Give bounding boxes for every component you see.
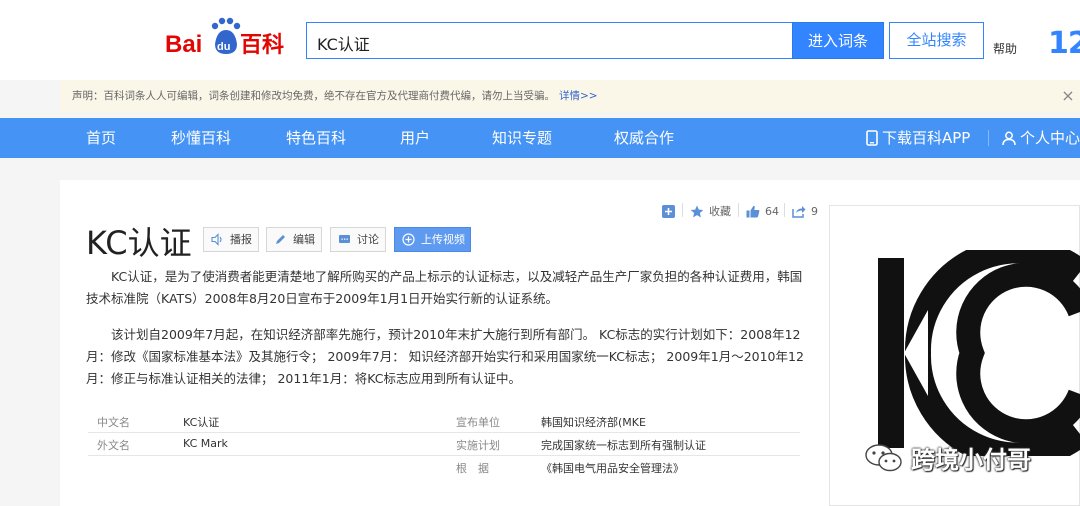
summary-paragraph: 该计划自2009年7月起，在知识经济部率先施行，预计2010年末扩大施行到所有部… bbox=[86, 327, 804, 386]
svg-text:Bai: Bai bbox=[165, 31, 202, 58]
notice-text: 声明：百科词条人人可编辑，词条创建和修改均免费，绝不存在官方及代理商付费代编，请… bbox=[72, 90, 555, 102]
upload-video-label: 上传视频 bbox=[421, 233, 465, 246]
like-button[interactable]: 64 bbox=[746, 203, 779, 219]
like-count: 64 bbox=[765, 204, 779, 218]
nav-item-users[interactable]: 用户 bbox=[400, 118, 430, 158]
comment-icon bbox=[339, 235, 350, 243]
add-icon[interactable] bbox=[662, 203, 675, 219]
info-label: 根 据 bbox=[456, 462, 489, 475]
nav-item-authority[interactable]: 权威合作 bbox=[614, 118, 674, 158]
info-value: KC Mark bbox=[183, 437, 228, 450]
disclaimer-notice: 声明：百科词条人人可编辑，词条创建和修改均免费，绝不存在官方及代理商付费代编，请… bbox=[60, 80, 1080, 112]
nav-divider bbox=[988, 130, 989, 146]
kc-mark-image bbox=[878, 250, 1080, 456]
collect-button[interactable]: 收藏 bbox=[690, 203, 731, 219]
share-count: 9 bbox=[811, 204, 818, 218]
star-icon bbox=[690, 205, 704, 217]
edit-label: 编辑 bbox=[293, 233, 315, 246]
edit-button[interactable]: 编辑 bbox=[266, 227, 322, 252]
info-label: 中文名 bbox=[97, 416, 130, 429]
watermark-text: 跨境小付哥 bbox=[911, 446, 1031, 474]
enter-entry-button[interactable]: 进入词条 bbox=[792, 22, 884, 59]
site-search-button[interactable]: 全站搜索 bbox=[889, 22, 984, 59]
plus-circle-icon bbox=[402, 233, 415, 246]
nav-item-miaodong[interactable]: 秒懂百科 bbox=[171, 118, 231, 158]
pencil-icon bbox=[276, 235, 285, 244]
svg-text:百科: 百科 bbox=[240, 33, 284, 58]
watermark: 跨境小付哥 bbox=[865, 440, 1031, 475]
thumbs-up-icon bbox=[746, 205, 760, 217]
action-divider bbox=[682, 203, 683, 217]
info-value: 韩国知识经济部(MKE bbox=[541, 416, 646, 429]
discuss-label: 讨论 bbox=[357, 233, 379, 246]
collect-label: 收藏 bbox=[709, 205, 731, 218]
baidu-baike-logo[interactable]: Bai du 百科 bbox=[165, 16, 290, 60]
info-label: 外文名 bbox=[97, 439, 130, 452]
nav-item-home[interactable]: 首页 bbox=[86, 118, 116, 158]
upload-video-button[interactable]: 上传视频 bbox=[394, 227, 471, 252]
notice-details-link[interactable]: 详情>> bbox=[559, 90, 598, 102]
share-icon bbox=[792, 205, 806, 218]
info-label: 宣布单位 bbox=[456, 416, 500, 429]
broadcast-button[interactable]: 播报 bbox=[203, 227, 259, 252]
info-value: 《韩国电气用品安全管理法》 bbox=[541, 462, 684, 475]
info-row-divider bbox=[88, 455, 800, 456]
discuss-button[interactable]: 讨论 bbox=[330, 227, 386, 252]
wechat-icon bbox=[865, 443, 902, 471]
info-value: KC认证 bbox=[183, 416, 220, 429]
main-nav: 首页 秒懂百科 特色百科 用户 知识专题 权威合作 下载百科APP 个人中心 bbox=[0, 118, 1080, 158]
personal-center-label: 个人中心 bbox=[1020, 129, 1080, 147]
summary-paragraph: KC认证，是为了使消费者能更清楚地了解所购买的产品上标示的认证标志，以及减轻产品… bbox=[86, 269, 803, 306]
nav-item-featured[interactable]: 特色百科 bbox=[286, 118, 346, 158]
personal-center-link[interactable]: 个人中心 bbox=[1002, 118, 1080, 158]
notice-close-icon[interactable]: × bbox=[1058, 80, 1078, 112]
search-input[interactable]: KC认证 bbox=[306, 22, 792, 59]
speaker-icon bbox=[211, 233, 222, 246]
svg-text:du: du bbox=[217, 41, 230, 53]
promo-number: 12 bbox=[1048, 26, 1080, 61]
user-icon bbox=[1002, 131, 1016, 145]
broadcast-label: 播报 bbox=[230, 233, 252, 246]
info-value: 完成国家统一标志到所有强制认证 bbox=[541, 439, 706, 452]
phone-icon bbox=[866, 130, 878, 146]
download-app-label: 下载百科APP bbox=[882, 129, 971, 147]
action-divider bbox=[738, 203, 739, 217]
download-app-link[interactable]: 下载百科APP bbox=[866, 118, 970, 158]
help-link[interactable]: 帮助 bbox=[993, 40, 1017, 57]
action-divider bbox=[784, 203, 785, 217]
top-header: Bai du 百科 KC认证 进入词条 全站搜索 帮助 12 bbox=[0, 0, 1080, 80]
info-row-divider bbox=[88, 432, 800, 433]
info-label: 实施计划 bbox=[456, 439, 500, 452]
page-title: KC认证 bbox=[86, 224, 192, 262]
nav-item-topics[interactable]: 知识专题 bbox=[492, 118, 552, 158]
share-button[interactable]: 9 bbox=[792, 203, 818, 219]
